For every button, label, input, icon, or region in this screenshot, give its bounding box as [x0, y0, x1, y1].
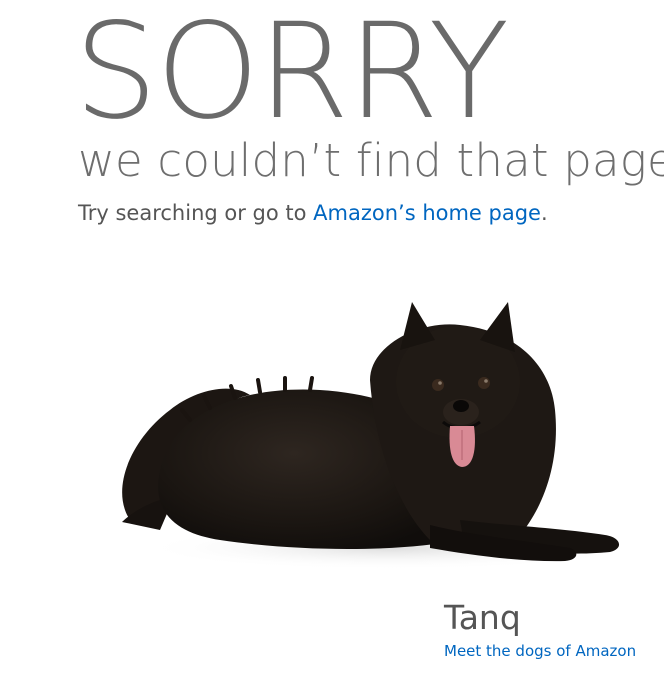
search-hint: Try searching or go to Amazon’s home pag… [78, 199, 548, 227]
search-hint-prefix: Try searching or go to [78, 201, 314, 225]
dog-photo [100, 290, 640, 580]
amazon-home-page-link[interactable]: Amazon’s home page [313, 201, 541, 225]
sorry-headline: SORRY [74, 0, 509, 149]
meet-the-dogs-link[interactable]: Meet the dogs of Amazon [444, 640, 636, 662]
black-pomeranian-icon [122, 302, 640, 570]
search-hint-suffix: . [540, 201, 548, 225]
page-not-found-subtitle: we couldn’t find that page [78, 134, 664, 187]
dog-name: Tanq [444, 598, 521, 637]
